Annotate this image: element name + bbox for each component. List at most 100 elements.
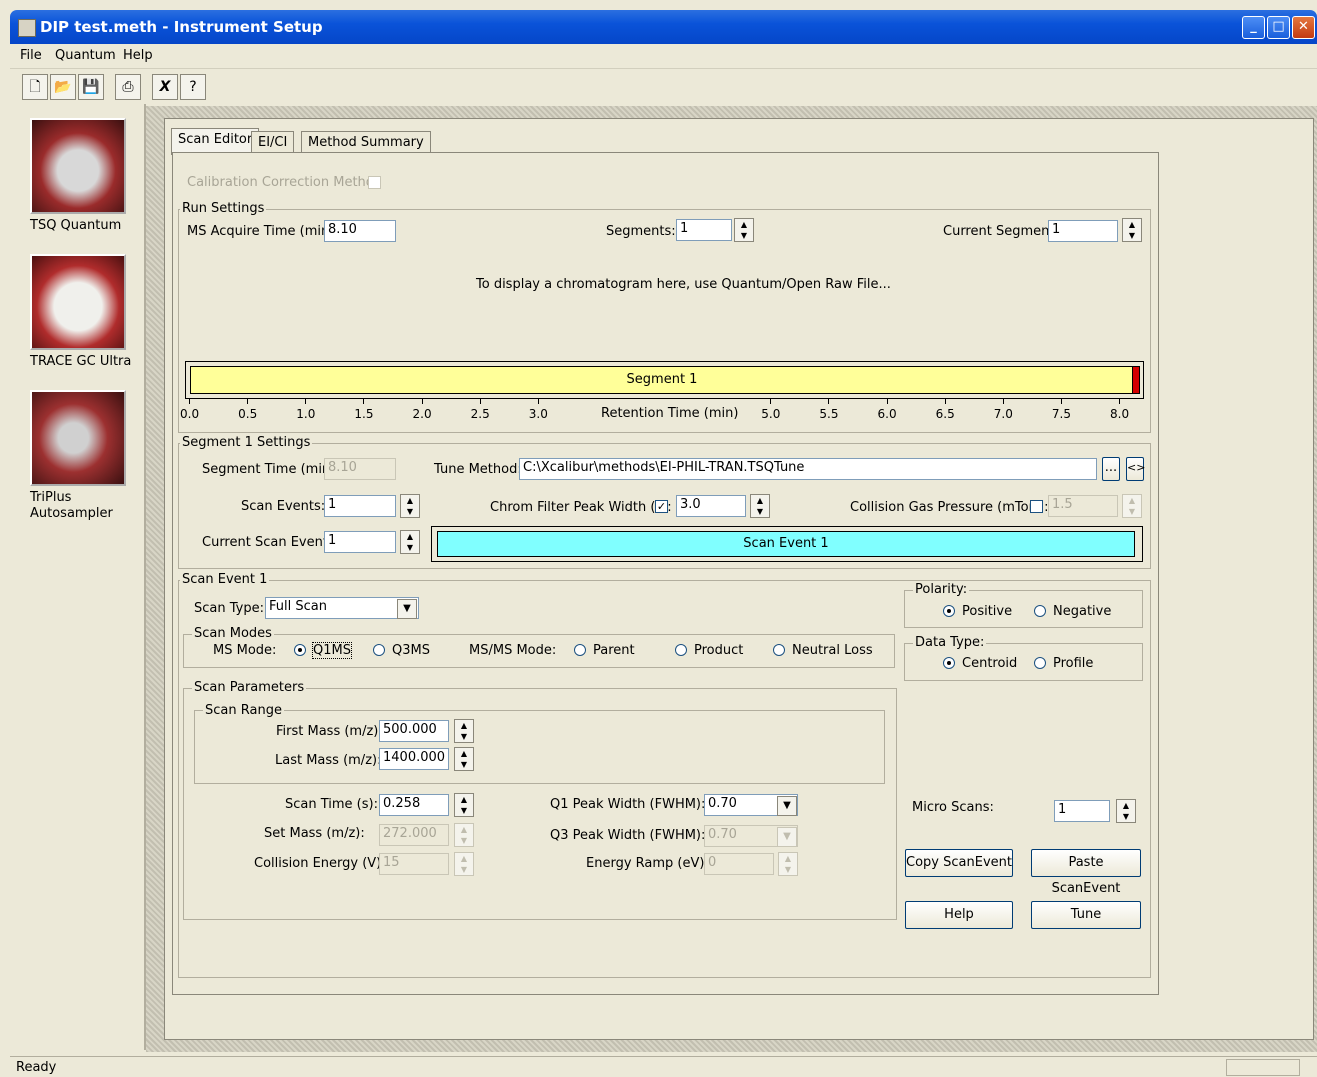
close-button[interactable]: ✕ <box>1292 16 1315 39</box>
negative-radio[interactable] <box>1034 605 1046 617</box>
chrom-filter-spinner[interactable]: ▲ ▼ <box>750 494 770 518</box>
energy-ramp-input: 0 <box>704 853 774 875</box>
calibration-checkbox[interactable] <box>368 176 381 189</box>
axis-tick-mark <box>421 398 423 404</box>
positive-label[interactable]: Positive <box>962 604 1012 619</box>
axis-tick-label: 2.5 <box>470 407 490 421</box>
tune-method-browse-button[interactable]: ... <box>1102 457 1120 481</box>
scan-type-select[interactable]: Full Scan <box>265 597 419 619</box>
tune-method-input[interactable]: C:\Xcalibur\methods\EI-PHIL-TRAN.TSQTune <box>519 458 1097 480</box>
scan-events-spinner[interactable]: ▲ ▼ <box>400 494 420 518</box>
collision-gas-spinner: ▲ ▼ <box>1122 494 1142 518</box>
micro-scans-input[interactable]: 1 <box>1054 800 1110 822</box>
scan-time-spinner[interactable]: ▲ ▼ <box>454 793 474 817</box>
save-icon[interactable]: 💾 <box>78 74 104 100</box>
minimize-button[interactable]: _ <box>1242 16 1265 39</box>
chrom-filter-checkbox[interactable]: ✓ <box>655 500 668 513</box>
scan-type-label: Scan Type: <box>194 601 264 616</box>
help-button[interactable]: Help <box>905 901 1013 929</box>
set-mass-spinner: ▲ ▼ <box>454 823 474 847</box>
q1-peak-dropdown-icon[interactable]: ▼ <box>777 796 797 816</box>
segment-bar[interactable]: Segment 1 <box>190 366 1134 394</box>
status-bar: Ready <box>10 1056 1317 1077</box>
tune-method-compare-button[interactable]: <> <box>1126 457 1145 481</box>
negative-label[interactable]: Negative <box>1053 604 1111 619</box>
current-scan-event-spinner[interactable]: ▲ ▼ <box>400 530 420 554</box>
parent-radio[interactable] <box>574 644 586 656</box>
triplus-icon[interactable] <box>30 390 126 486</box>
centroid-label[interactable]: Centroid <box>962 656 1017 671</box>
menu-bar: File Quantum Help <box>10 44 1317 69</box>
product-radio[interactable] <box>675 644 687 656</box>
tab-ei-ci[interactable]: EI/CI <box>251 131 295 154</box>
q3ms-label[interactable]: Q3MS <box>392 643 430 658</box>
segments-spinner[interactable]: ▲ ▼ <box>734 218 754 242</box>
instrument-nav: TSQ Quantum TRACE GC Ultra TriPlus Autos… <box>10 104 146 1050</box>
menu-help[interactable]: Help <box>123 48 153 63</box>
status-pane <box>1226 1059 1300 1076</box>
current-segment-spinner[interactable]: ▲ ▼ <box>1122 218 1142 242</box>
trace-gc-icon[interactable] <box>30 254 126 350</box>
paste-scanevent-button[interactable]: Paste ScanEvent <box>1031 849 1141 896</box>
collision-gas-checkbox[interactable] <box>1030 500 1043 513</box>
window-title: DIP test.meth - Instrument Setup <box>40 18 323 36</box>
centroid-radio[interactable] <box>943 657 955 669</box>
open-icon[interactable]: 📂 <box>50 74 76 100</box>
axis-tick-label: 6.5 <box>935 407 955 421</box>
neutral-loss-radio[interactable] <box>773 644 785 656</box>
tab-scan-editor[interactable]: Scan Editor <box>171 128 260 155</box>
current-segment-input[interactable]: 1 <box>1048 220 1118 242</box>
last-mass-spinner[interactable]: ▲ ▼ <box>454 747 474 771</box>
copy-scanevent-button[interactable]: Copy ScanEvent <box>905 849 1013 877</box>
scan-type-dropdown-icon[interactable]: ▼ <box>397 599 417 619</box>
first-mass-input[interactable]: 500.000 <box>379 720 449 742</box>
menu-file[interactable]: File <box>20 48 42 63</box>
menu-quantum[interactable]: Quantum <box>55 48 116 63</box>
parent-label[interactable]: Parent <box>593 643 635 658</box>
axis-tick-mark <box>1060 398 1062 404</box>
axis-tick-mark <box>305 398 307 404</box>
tsq-quantum-icon[interactable] <box>30 118 126 214</box>
micro-scans-spinner[interactable]: ▲ ▼ <box>1116 799 1136 823</box>
cut-icon[interactable]: X <box>152 74 178 100</box>
q1ms-radio[interactable] <box>294 644 306 656</box>
axis-tick-mark <box>886 398 888 404</box>
axis-tick-mark <box>944 398 946 404</box>
status-text: Ready <box>16 1060 57 1075</box>
ms-acquire-input[interactable]: 8.10 <box>324 220 396 242</box>
new-icon[interactable]: 🗋 <box>22 74 48 100</box>
profile-label[interactable]: Profile <box>1053 656 1093 671</box>
micro-scans-label: Micro Scans: <box>912 800 994 815</box>
tune-method-label: Tune Method: <box>434 462 522 477</box>
axis-tick-label: 3.0 <box>528 407 548 421</box>
scan-params-title: Scan Parameters <box>192 680 307 695</box>
axis-tick-label: 7.0 <box>993 407 1013 421</box>
segments-input[interactable]: 1 <box>676 219 732 241</box>
tune-button[interactable]: Tune <box>1031 901 1141 929</box>
last-mass-input[interactable]: 1400.000 <box>379 748 449 770</box>
scan-events-input[interactable]: 1 <box>324 495 396 517</box>
maximize-button[interactable]: □ <box>1267 16 1290 39</box>
positive-radio[interactable] <box>943 605 955 617</box>
energy-ramp-spinner: ▲ ▼ <box>778 852 798 876</box>
axis-tick-label: 0.5 <box>238 407 258 421</box>
scan-time-input[interactable]: 0.258 <box>379 794 449 816</box>
q1ms-label[interactable]: Q1MS <box>312 642 352 659</box>
scan-event-bar[interactable]: Scan Event 1 <box>437 531 1135 557</box>
first-mass-label: First Mass (m/z): <box>276 724 383 739</box>
neutral-loss-label[interactable]: Neutral Loss <box>792 643 873 658</box>
nav-label-trace: TRACE GC Ultra <box>30 354 132 369</box>
help-question-icon[interactable]: ? <box>180 74 206 100</box>
q3ms-radio[interactable] <box>373 644 385 656</box>
print-icon[interactable]: ⎙ <box>115 74 141 100</box>
current-scan-event-input[interactable]: 1 <box>324 531 396 553</box>
first-mass-spinner[interactable]: ▲ ▼ <box>454 719 474 743</box>
chrom-filter-input[interactable]: 3.0 <box>676 495 746 517</box>
product-label[interactable]: Product <box>694 643 743 658</box>
profile-radio[interactable] <box>1034 657 1046 669</box>
tab-method-summary[interactable]: Method Summary <box>301 131 431 154</box>
scan-event-title: Scan Event 1 <box>180 572 270 587</box>
segment-end-marker[interactable] <box>1132 366 1140 394</box>
axis-tick-label: 6.0 <box>877 407 897 421</box>
axis-tick-mark <box>189 398 190 404</box>
